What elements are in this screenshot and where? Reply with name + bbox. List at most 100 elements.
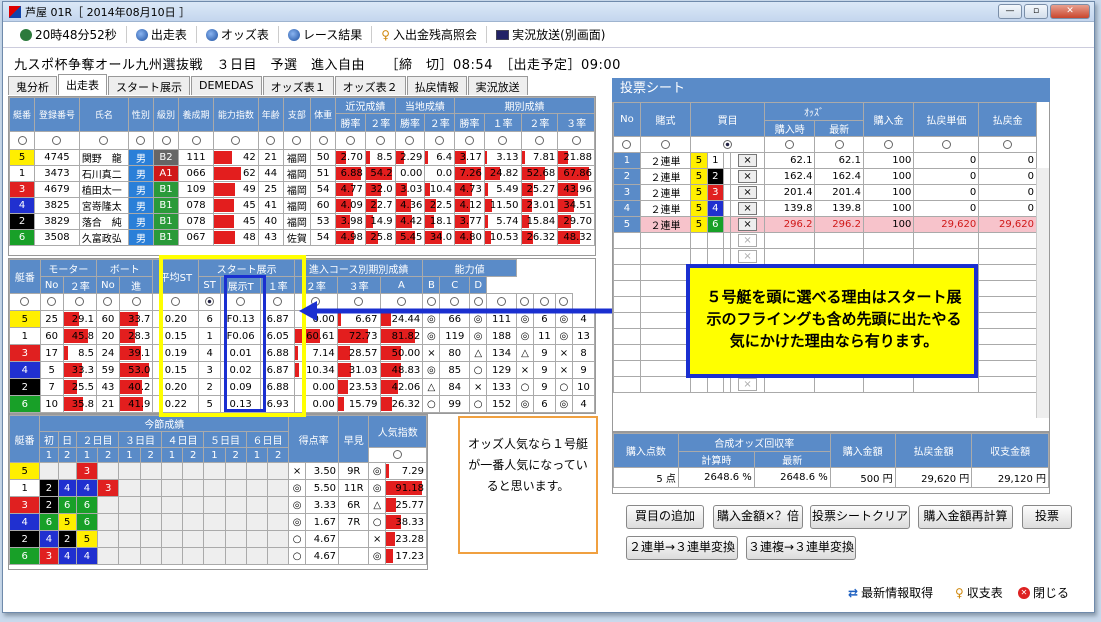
table-row[interactable]: 4 6 5 6 ◎ 1.67 7R ○ 38.33 xyxy=(8,513,427,531)
ability-mark: ○ xyxy=(469,395,488,413)
table-row[interactable]: 3 2 6 6 ◎ 3.33 6R △ 25.77 xyxy=(8,496,427,514)
sort-radio[interactable] xyxy=(161,135,171,145)
ticket-row[interactable]: 4 ２連単 5 4 × 139.8 139.8 100 0 0 xyxy=(613,200,1037,217)
convert-trio-button[interactable]: ３連複→３連単変換 xyxy=(746,536,856,560)
odds-button[interactable]: オッズ表 xyxy=(197,26,279,43)
sort-radio[interactable] xyxy=(405,135,415,145)
racer-name: 久富政弘 xyxy=(78,229,129,246)
entries-button[interactable]: 出走表 xyxy=(127,26,197,43)
delete-bet-button[interactable]: × xyxy=(738,378,757,391)
vote-button[interactable]: 投票 xyxy=(1022,505,1072,529)
delete-bet-button[interactable]: × xyxy=(738,218,757,231)
sort-radio[interactable] xyxy=(103,297,113,306)
sort-radio[interactable] xyxy=(785,139,795,149)
close-window-button[interactable]: ✕ xyxy=(1050,4,1090,19)
sort-radio[interactable] xyxy=(464,135,474,145)
tab-5[interactable]: オッズ表２ xyxy=(334,76,406,95)
add-bet-button[interactable]: 買目の追加 xyxy=(626,505,704,529)
ticket-scrollbar[interactable] xyxy=(1036,168,1049,418)
tab-3[interactable]: DEMEDAS xyxy=(191,76,262,95)
multiply-amount-button[interactable]: 購入金額×？倍 xyxy=(713,505,803,529)
table-row[interactable]: 4 3825 宮嵜隆太男 B1 078 45 41 福岡 60 4.09 22.7 4.36 22.5 4… xyxy=(8,197,595,214)
table-row[interactable]: 3 4679 植田太一男 B1 109 49 25 福岡 54 4.77 32.0 3.03 10.4 4… xyxy=(8,181,595,198)
recalc-button[interactable]: 購入金額再計算 xyxy=(918,505,1013,529)
empty-cell xyxy=(639,344,692,361)
close-button[interactable]: ✕ 閉じる xyxy=(1018,584,1069,601)
live-button[interactable]: 実況放送(別画面) xyxy=(487,26,614,43)
ticket-header: 賭式 xyxy=(639,102,692,137)
sort-radio[interactable] xyxy=(131,297,141,306)
delete-bet-button[interactable]: × xyxy=(738,202,757,215)
sort-radio[interactable] xyxy=(52,135,62,145)
entries-table: 艇番 登録番号 氏名 性別 級別 養成期 能力指数 年齢 支部 体重 近況成績 当地成績 期別成績 勝率 ２… xyxy=(8,97,595,246)
refresh-button[interactable]: ⇄ 最新情報取得 xyxy=(848,584,933,601)
tab-6[interactable]: 払戻情報 xyxy=(406,76,467,95)
sort-radio[interactable] xyxy=(75,297,85,306)
sort-radio[interactable] xyxy=(20,297,30,306)
sort-radio[interactable] xyxy=(231,135,241,145)
ticket-row[interactable]: 2 ２連単 5 2 × 162.4 162.4 100 0 0 xyxy=(613,168,1037,185)
table-row[interactable]: 5 3 × 3.50 9R ◎ 7.29 xyxy=(8,462,427,480)
sort-radio[interactable] xyxy=(136,135,146,145)
bar-value: 8.5 xyxy=(78,347,95,359)
sort-radio[interactable] xyxy=(318,135,328,145)
racer-weight: 54 xyxy=(310,229,337,246)
sort-radio[interactable] xyxy=(99,135,109,145)
sort-radio[interactable] xyxy=(723,139,733,149)
sort-radio[interactable] xyxy=(393,450,403,459)
sort-radio[interactable] xyxy=(17,135,27,145)
sort-radio[interactable] xyxy=(661,139,671,149)
balance-button[interactable]: ♀ 入出金残高照会 xyxy=(372,26,488,43)
minimize-button[interactable]: — xyxy=(998,4,1022,19)
sort-radio[interactable] xyxy=(834,139,844,149)
clear-sheet-button[interactable]: 投票シートクリア xyxy=(810,505,910,529)
racer-sex: 男 xyxy=(127,181,154,198)
table-row[interactable]: 6 3508 久富政弘男 B1 067 48 43 佐賀 54 4.98 25.8 5.45 34.0 4… xyxy=(8,229,595,246)
empty-cell xyxy=(639,296,692,313)
tab-2[interactable]: スタート展示 xyxy=(108,76,190,95)
sort-radio[interactable] xyxy=(498,135,508,145)
table-row[interactable]: 6 3 4 4 ○ 4.67 ◎ 17.23 xyxy=(8,547,427,565)
ticket-row[interactable]: 1 ２連単 5 1 × 62.1 62.1 100 0 0 xyxy=(613,152,1037,169)
tab-1[interactable]: 出走表 xyxy=(58,74,107,95)
sort-radio[interactable] xyxy=(1003,139,1013,149)
delete-bet-button[interactable]: × xyxy=(738,250,757,263)
delete-bet-button[interactable]: × xyxy=(738,154,757,167)
sort-radio[interactable] xyxy=(191,135,201,145)
stat-value: 3.98 xyxy=(335,213,366,230)
tab-0[interactable]: 鬼分析 xyxy=(8,76,57,95)
sort-radio[interactable] xyxy=(534,135,544,145)
ticket-row[interactable]: 3 ２連単 5 3 × 201.4 201.4 100 0 0 xyxy=(613,184,1037,201)
table-row[interactable]: 5 4745 関野 龍男 B2 111 42 21 福岡 50 2.70 8.5 2.29 6.4 3.1… xyxy=(8,149,595,166)
sort-radio[interactable] xyxy=(622,139,632,149)
delete-bet-button[interactable]: × xyxy=(738,186,757,199)
delete-bet-button[interactable]: × xyxy=(738,234,757,247)
empty-cell: × xyxy=(730,376,765,393)
boat-2rate: 33.7 xyxy=(118,310,154,328)
maximize-button[interactable]: ▫ xyxy=(1024,4,1048,19)
sort-radio[interactable] xyxy=(266,135,276,145)
table-row[interactable]: 2 4 2 5 ○ 4.67 × 23.28 xyxy=(8,530,427,548)
bar-value: 7.29 xyxy=(401,465,424,477)
sort-radio[interactable] xyxy=(292,135,302,145)
bar-fill xyxy=(522,151,525,164)
bar-value: 25.8 xyxy=(370,232,393,243)
sort-radio[interactable] xyxy=(375,135,385,145)
results-button[interactable]: レース結果 xyxy=(279,26,373,43)
sort-radio[interactable] xyxy=(47,297,57,306)
table-row[interactable]: 2 3829 落合 純男 B1 078 45 40 福岡 53 3.98 14.9 4.42 18.1 3… xyxy=(8,213,595,230)
sort-radio[interactable] xyxy=(941,139,951,149)
ticket-row[interactable]: 5 ２連単 5 6 × 296.2 296.2 100 29,620 29,620 xyxy=(613,216,1037,233)
racer-weight: 51 xyxy=(310,165,337,182)
tab-7[interactable]: 実況放送 xyxy=(467,76,528,95)
tab-4[interactable]: オッズ表１ xyxy=(262,76,334,95)
delete-bet-button[interactable]: × xyxy=(738,170,757,183)
sort-radio[interactable] xyxy=(884,139,894,149)
sort-radio[interactable] xyxy=(571,135,581,145)
sort-radio[interactable] xyxy=(346,135,356,145)
convert-exacta-button[interactable]: ２連単→３連単変換 xyxy=(626,536,738,560)
balance-sheet-button[interactable]: ♀ 収支表 xyxy=(955,584,1003,601)
sort-radio[interactable] xyxy=(435,135,445,145)
table-row[interactable]: 1 2 4 4 3 ◎ 5.50 11R ◎ 91.18 xyxy=(8,479,427,497)
table-row[interactable]: 1 3473 石川真二男 A1 066 62 44 福岡 51 6.88 54.2 0.00 0.0 7.… xyxy=(8,165,595,182)
